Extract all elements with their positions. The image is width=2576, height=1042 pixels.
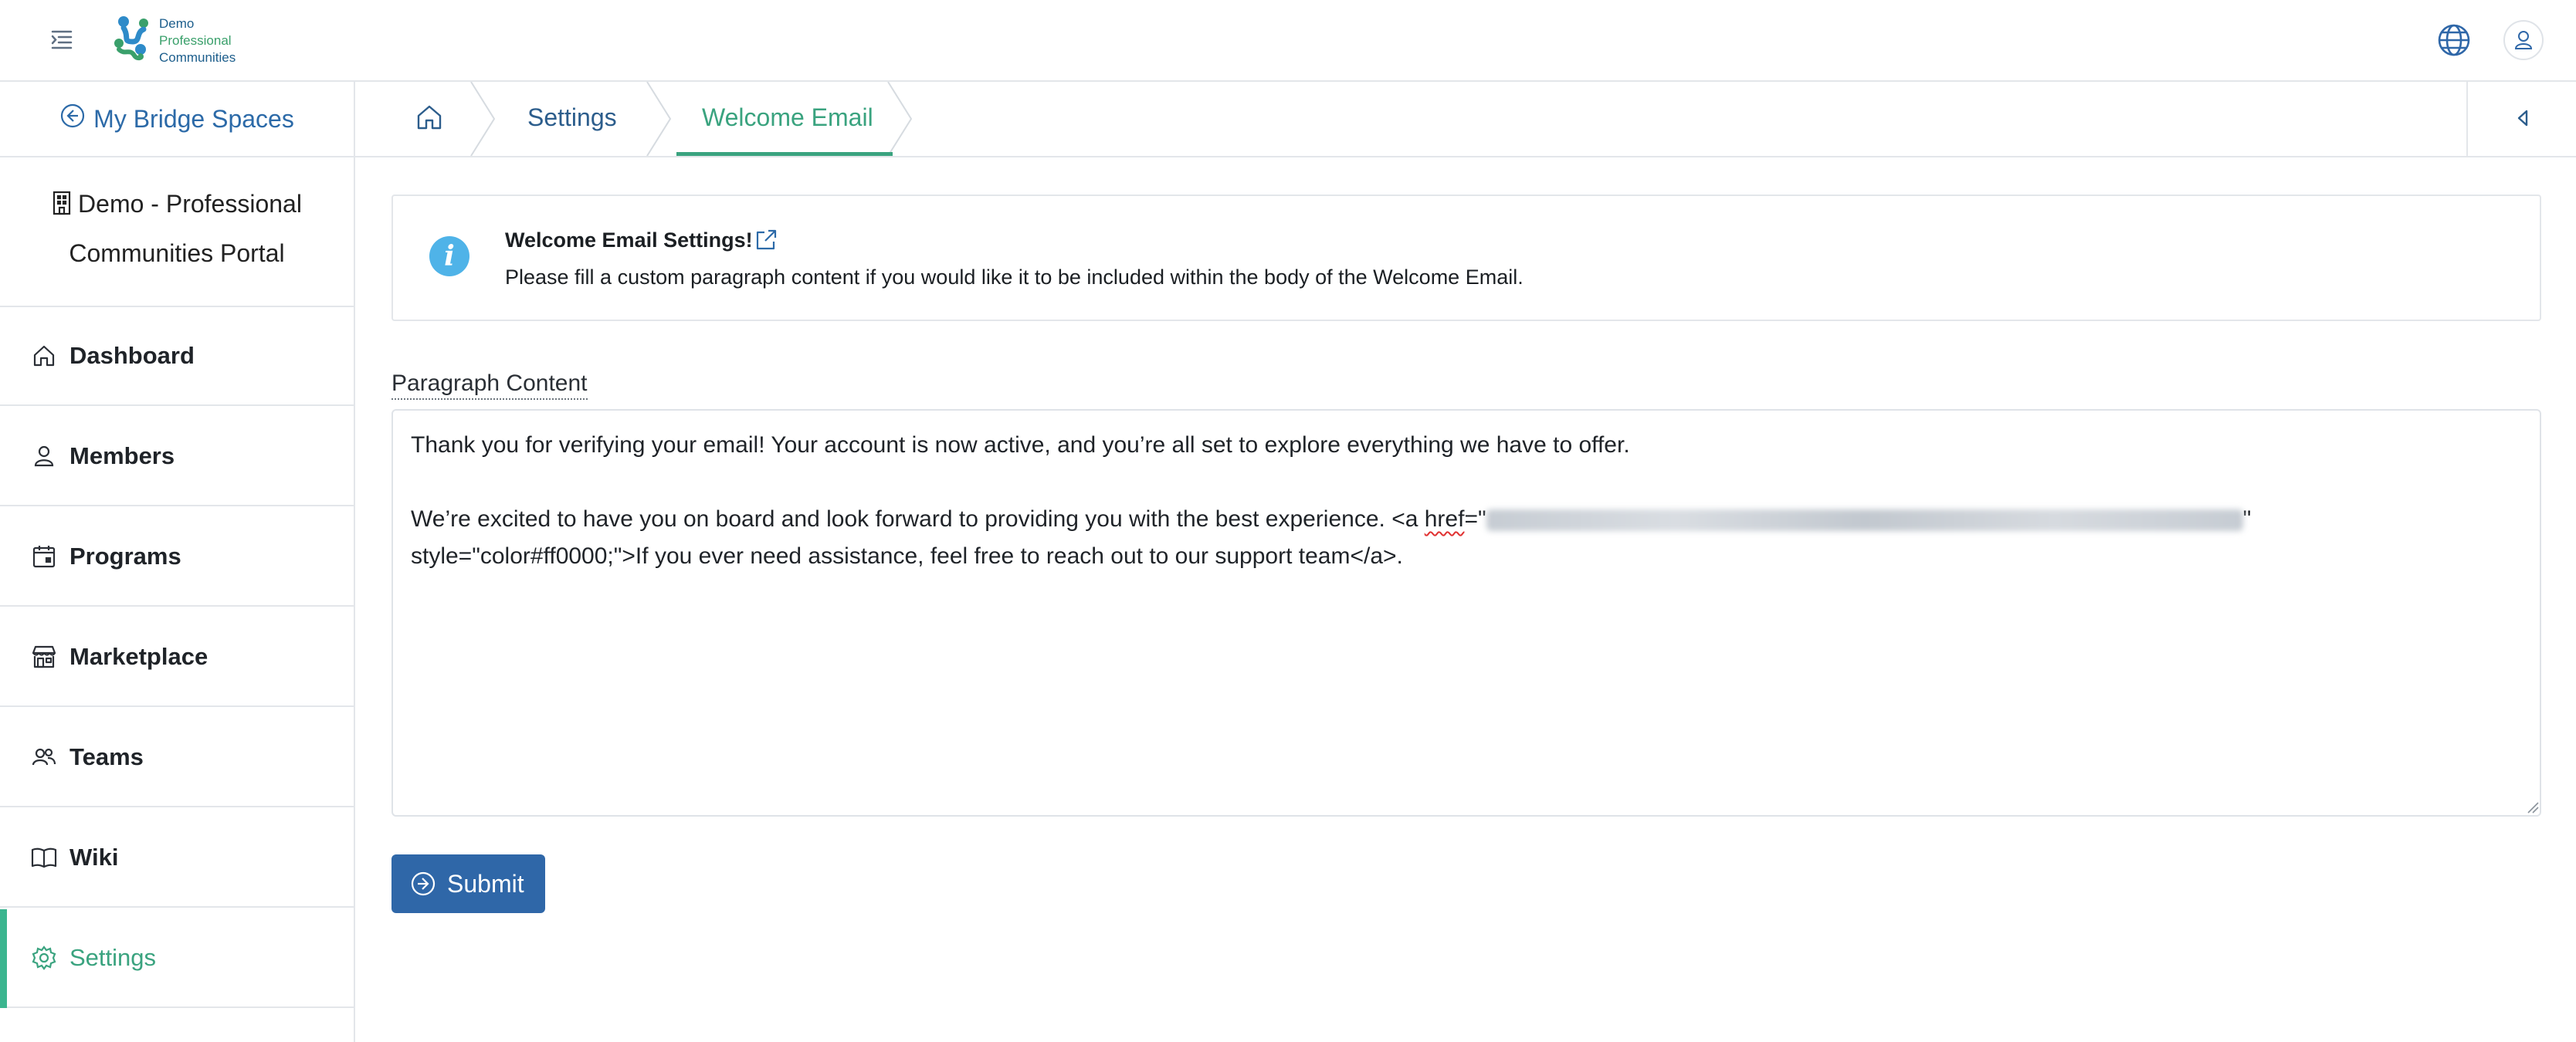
portal-name: Demo - Professional Communities Portal	[0, 157, 354, 307]
book-icon	[31, 844, 57, 871]
arrow-left-circle-icon	[59, 103, 86, 135]
spellcheck-word: href	[1424, 506, 1465, 532]
textarea-text: ="	[1464, 506, 1486, 532]
active-indicator	[0, 909, 7, 1008]
sidebar-item-programs[interactable]: Programs	[0, 508, 354, 607]
arrow-right-circle-icon	[410, 871, 436, 897]
collapse-panel-button[interactable]	[2466, 82, 2576, 156]
active-tab-underline	[676, 152, 893, 156]
user-icon	[31, 443, 57, 469]
top-bar	[0, 0, 2576, 82]
portal-name-line1: Demo - Professional	[78, 190, 302, 218]
textarea-text: "	[2242, 506, 2252, 532]
sidebar-item-members[interactable]: Members	[0, 408, 354, 506]
sidebar-item-label: Members	[69, 442, 175, 469]
sidebar-item-label: Programs	[69, 543, 181, 570]
globe-icon[interactable]	[2437, 23, 2471, 57]
alert-title: Welcome Email Settings!	[505, 228, 753, 252]
alert-body: Please fill a custom paragraph content i…	[505, 266, 1524, 289]
sidebar-item-wiki[interactable]: Wiki	[0, 809, 354, 908]
sidebar-item-label: Wiki	[69, 844, 119, 871]
breadcrumb	[355, 82, 2576, 157]
building-icon	[52, 191, 72, 222]
sidebar-item-settings[interactable]: Settings	[0, 909, 354, 1008]
my-bridge-spaces-link[interactable]: My Bridge Spaces	[0, 82, 354, 157]
sidebar-item-dashboard[interactable]: Dashboard	[0, 307, 354, 406]
submit-button[interactable]: Submit	[391, 854, 545, 913]
logo-text: Demo Professional Communities	[159, 16, 236, 65]
external-link-icon[interactable]	[754, 228, 778, 252]
breadcrumb-welcome-email[interactable]: Welcome Email	[702, 103, 873, 132]
store-icon	[31, 644, 57, 670]
info-icon: i	[429, 236, 469, 276]
paragraph-content-label: Paragraph Content	[391, 370, 588, 400]
users-icon	[31, 744, 57, 770]
sidebar-item-label: Settings	[69, 944, 157, 971]
calendar-icon	[31, 543, 57, 570]
submit-label: Submit	[447, 869, 524, 898]
textarea-text: We’re excited to have you on board and l…	[411, 506, 1425, 532]
redacted-url	[1486, 509, 2243, 532]
sidebar-item-marketplace[interactable]: Marketplace	[0, 608, 354, 707]
user-avatar-button[interactable]	[2503, 20, 2544, 60]
gear-icon	[31, 945, 57, 971]
breadcrumb-home-icon[interactable]	[412, 102, 446, 133]
my-bridge-spaces-label: My Bridge Spaces	[93, 104, 294, 133]
textarea-line: style="color#ff0000;">If you ever need a…	[411, 543, 1403, 569]
sidebar-item-label: Teams	[69, 743, 144, 770]
portal-name-line2: Communities Portal	[69, 239, 285, 267]
breadcrumb-settings[interactable]: Settings	[527, 103, 617, 132]
sidebar-item-teams[interactable]: Teams	[0, 709, 354, 807]
menu-toggle-icon[interactable]	[48, 26, 76, 52]
textarea-line: We’re excited to have you on board and l…	[411, 506, 2251, 533]
home-icon	[31, 343, 57, 369]
sidebar-item-label: Dashboard	[69, 342, 195, 369]
info-alert	[391, 195, 2541, 321]
resize-handle-icon[interactable]	[2527, 801, 2539, 814]
textarea-line: Thank you for verifying your email! Your…	[411, 432, 1630, 458]
caret-left-icon	[2510, 105, 2536, 135]
sidebar-item-label: Marketplace	[69, 643, 208, 670]
paragraph-content-textarea[interactable]	[391, 409, 2541, 817]
